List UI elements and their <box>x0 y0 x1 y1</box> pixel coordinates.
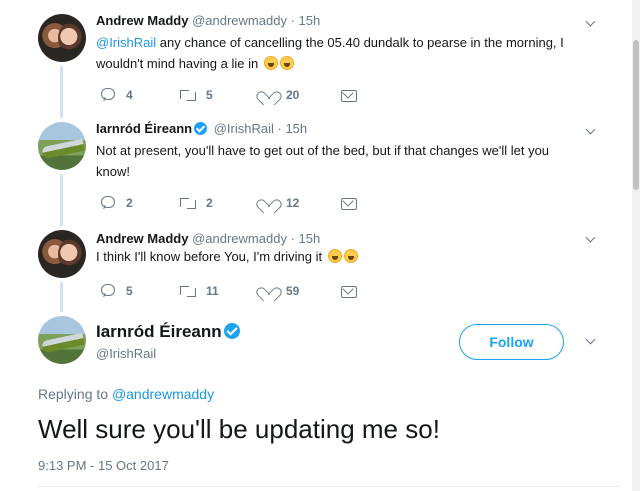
chevron-down-icon[interactable] <box>583 124 599 140</box>
like-button[interactable]: 12 <box>260 194 340 212</box>
verified-badge-icon <box>194 122 208 135</box>
like-button[interactable]: 59 <box>260 282 340 300</box>
scrollbar[interactable] <box>632 0 640 491</box>
direct-message-button[interactable] <box>340 86 370 104</box>
author-handle[interactable]: @andrewmaddy <box>192 231 287 246</box>
chevron-down-icon[interactable] <box>583 334 599 350</box>
reply-icon <box>100 195 116 211</box>
main-tweet-text: Well sure you'll be updating me so! <box>38 414 440 444</box>
scrollbar-thumb[interactable] <box>633 40 639 190</box>
author-name[interactable]: Iarnród Éireann <box>96 121 192 136</box>
like-count: 59 <box>286 284 300 298</box>
retweet-button[interactable]: 2 <box>180 194 260 212</box>
mention-link[interactable]: @IrishRail <box>96 35 156 50</box>
direct-message-button[interactable] <box>340 282 370 300</box>
retweet-button[interactable]: 5 <box>180 86 260 104</box>
divider <box>38 486 620 487</box>
tweet-header: Andrew Maddy @andrewmaddy · 15h <box>96 13 320 28</box>
verified-badge-icon <box>223 323 240 339</box>
thread-line <box>60 174 63 226</box>
thread-line <box>60 66 63 118</box>
heart-icon <box>260 283 276 299</box>
grinning-face-emoji-icon <box>343 249 358 263</box>
separator-dot: · <box>290 13 295 28</box>
like-button[interactable]: 20 <box>260 86 340 104</box>
retweet-count: 2 <box>206 196 213 210</box>
avatar[interactable] <box>38 122 86 170</box>
tweet-time[interactable]: 15h <box>299 231 321 246</box>
tweet-timestamp[interactable]: 9:13 PM - 15 Oct 2017 <box>38 458 169 473</box>
grinning-face-emoji-icon <box>279 56 294 70</box>
replying-to-link[interactable]: @andrewmaddy <box>112 386 214 402</box>
tweet-text: @IrishRail any chance of cancelling the … <box>96 32 566 74</box>
avatar[interactable] <box>38 14 86 62</box>
reply-count: 4 <box>126 88 133 102</box>
tweet-text: Not at present, you'll have to get out o… <box>96 143 550 179</box>
envelope-icon <box>340 87 357 103</box>
follow-button[interactable]: Follow <box>459 324 564 360</box>
chevron-down-icon[interactable] <box>583 232 599 248</box>
avatar[interactable] <box>38 230 86 278</box>
grinning-face-emoji-icon <box>263 56 278 70</box>
author-name-text[interactable]: Iarnród Éireann <box>96 322 222 341</box>
tweet-body: any chance of cancelling the 05.40 dunda… <box>96 35 564 71</box>
reply-icon <box>100 283 116 299</box>
like-count: 12 <box>286 196 300 210</box>
envelope-icon <box>340 283 357 299</box>
author-name[interactable]: Andrew Maddy <box>96 13 188 28</box>
tweet-time[interactable]: 15h <box>285 121 307 136</box>
like-count: 20 <box>286 88 300 102</box>
tweet-actions: 4 5 20 <box>100 86 370 104</box>
tweet-header: Iarnród Éireann @IrishRail · 15h <box>96 121 307 136</box>
heart-icon <box>260 195 276 211</box>
reply-icon <box>100 87 116 103</box>
grinning-face-emoji-icon <box>327 249 342 263</box>
reply-count: 5 <box>126 284 133 298</box>
retweet-icon <box>180 195 196 211</box>
chevron-down-icon[interactable] <box>583 16 599 32</box>
reply-button[interactable]: 5 <box>100 282 180 300</box>
separator-dot: · <box>277 121 282 136</box>
tweet-text: I think I'll know before You, I'm drivin… <box>96 246 566 267</box>
author-handle[interactable]: @IrishRail <box>96 346 156 361</box>
separator-dot: · <box>290 231 295 246</box>
direct-message-button[interactable] <box>340 194 370 212</box>
avatar[interactable] <box>38 316 86 364</box>
retweet-count: 5 <box>206 88 213 102</box>
replying-to-label: Replying to <box>38 386 109 402</box>
envelope-icon <box>340 195 357 211</box>
retweet-icon <box>180 283 196 299</box>
author-handle[interactable]: @IrishRail <box>214 121 274 136</box>
tweet-actions: 2 2 12 <box>100 194 370 212</box>
retweet-icon <box>180 87 196 103</box>
author-name[interactable]: Andrew Maddy <box>96 231 188 246</box>
reply-button[interactable]: 4 <box>100 86 180 104</box>
author-name[interactable]: Iarnród Éireann <box>96 322 243 342</box>
tweet-body: I think I'll know before You, I'm drivin… <box>96 249 323 264</box>
heart-icon <box>260 87 276 103</box>
retweet-count: 11 <box>206 284 219 298</box>
author-handle[interactable]: @andrewmaddy <box>192 13 287 28</box>
reply-count: 2 <box>126 196 133 210</box>
tweet-header: Andrew Maddy @andrewmaddy · 15h <box>96 231 320 246</box>
thread-line <box>60 282 63 312</box>
replying-to: Replying to @andrewmaddy <box>38 386 214 402</box>
reply-button[interactable]: 2 <box>100 194 180 212</box>
retweet-button[interactable]: 11 <box>180 282 260 300</box>
tweet-actions: 5 11 59 <box>100 282 370 300</box>
tweet-time[interactable]: 15h <box>299 13 321 28</box>
